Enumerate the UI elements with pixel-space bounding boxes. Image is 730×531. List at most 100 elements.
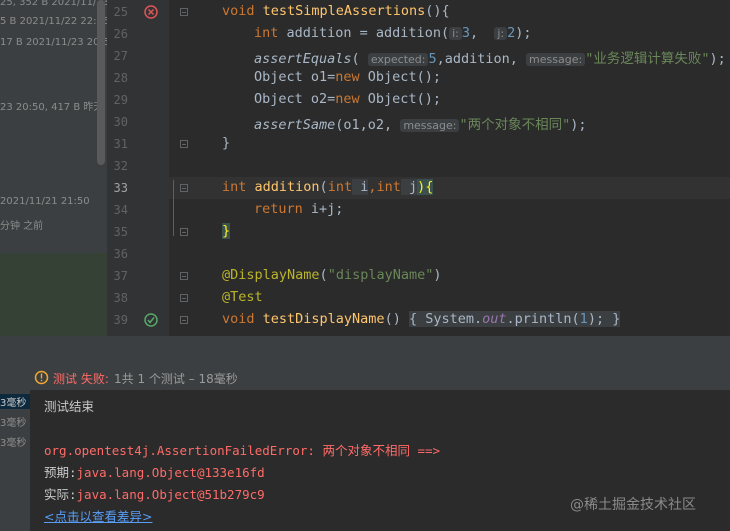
test-passed-icon[interactable] — [143, 312, 159, 328]
error-message: 两个对象不相同 ==> — [314, 443, 441, 458]
code-line-38[interactable]: @Test — [222, 289, 263, 305]
fold-marker-icon[interactable] — [180, 316, 188, 324]
code-text: ( — [351, 51, 360, 67]
code-text: () — [384, 311, 409, 327]
number-literal: 5 — [428, 51, 437, 67]
param-hint: j: — [494, 27, 508, 40]
line-number: 30 — [113, 115, 128, 129]
fold-marker-icon[interactable] — [180, 294, 188, 302]
code-text: System. — [417, 311, 483, 327]
test-failed-label: 测试 失败: — [53, 372, 109, 386]
code-line-35[interactable]: } — [222, 223, 231, 239]
line-number: 37 — [113, 269, 128, 283]
history-item-1[interactable]: 25, 352 B 2021/11/23 19:16 — [0, 0, 107, 8]
expected-label: 预期: — [44, 465, 77, 480]
line-number: 26 — [113, 27, 128, 41]
code-line-27[interactable]: assertEquals( expected: 5,addition, messa… — [254, 47, 726, 67]
history-item-3[interactable]: 17 B 2021/11/23 20:5 — [0, 37, 107, 48]
code-text: , — [469, 25, 495, 41]
keyword: int — [254, 25, 279, 41]
code-text: Object(); — [359, 91, 441, 107]
code-text: ); — [570, 117, 587, 133]
line-number: 36 — [113, 247, 128, 261]
fold-marker-icon[interactable] — [180, 228, 188, 236]
line-number: 29 — [113, 93, 128, 107]
code-text: addition = addition( — [278, 25, 450, 41]
line-number: 39 — [113, 313, 128, 327]
test-tree-panel: 3毫秒 3毫秒 3毫秒 — [0, 390, 30, 531]
number-literal: 3 — [461, 25, 470, 41]
line-number: 27 — [113, 49, 128, 63]
code-text: .println( — [506, 311, 580, 327]
param: i — [352, 179, 369, 195]
code-line-39[interactable]: void testDisplayName() { System.out.prin… — [222, 311, 621, 327]
actual-label: 实际: — [44, 487, 77, 502]
code-line-30[interactable]: assertSame(o1,o2, message: "两个对象不相同"); — [254, 113, 587, 133]
code-text: { — [408, 311, 418, 327]
fold-marker-icon[interactable] — [180, 8, 188, 16]
code-text: } — [222, 223, 231, 239]
test-tree-item[interactable]: 3毫秒 — [0, 394, 30, 409]
code-text: ){ — [417, 179, 434, 195]
fold-marker-icon[interactable] — [180, 140, 188, 148]
static-method: assertSame — [254, 117, 336, 133]
keyword: int — [327, 179, 353, 195]
code-line-34[interactable]: return i+j; — [254, 201, 343, 217]
code-line-28[interactable]: Object o1=new Object(); — [254, 69, 441, 85]
test-count: 1共 1 个测试 – 18毫秒 — [114, 372, 238, 386]
string-literal: "displayName" — [327, 267, 434, 283]
brace-match-guide — [173, 180, 174, 236]
test-status-bar: 测试 失败: 1共 1 个测试 – 18毫秒 — [0, 366, 730, 391]
test-failed-icon[interactable] — [143, 4, 159, 20]
test-tree-item[interactable]: 3毫秒 — [0, 414, 26, 429]
history-item-2[interactable]: 5 B 2021/11/22 22:26 — [0, 16, 107, 27]
static-field: out — [482, 311, 507, 327]
code-text: Object(); — [359, 69, 441, 85]
line-number-current: 33 — [113, 181, 128, 195]
param-hint: i: — [449, 27, 462, 40]
line-number: 35 — [113, 225, 128, 239]
code-text: ); — [515, 25, 532, 41]
line-number: 32 — [113, 159, 128, 173]
watermark: @稀土掘金技术社区 — [570, 497, 696, 513]
history-item-5[interactable]: 2021/11/21 21:50 — [0, 196, 90, 207]
static-method: assertEquals — [254, 51, 352, 67]
line-number: 38 — [113, 291, 128, 305]
code-line-33[interactable]: int addition(int i,int j){ — [222, 179, 434, 195]
code-line-26[interactable]: int addition = addition(i: 3, j: 2); — [254, 25, 532, 41]
console-error-line: org.opentest4j.AssertionFailedError: 两个对… — [44, 440, 440, 459]
history-item-6[interactable]: 分钟 之前 — [0, 217, 43, 232]
code-text: (o1,o2, — [335, 117, 401, 133]
number-literal: 1 — [579, 311, 588, 327]
code-line-25[interactable]: void testSimpleAssertions(){ — [222, 3, 450, 19]
code-line-31[interactable]: } — [222, 135, 230, 151]
test-tree-item[interactable]: 3毫秒 — [0, 434, 26, 449]
keyword: int — [376, 179, 401, 195]
code-text: Object o2= — [254, 91, 336, 107]
string-literal: "两个对象不相同" — [459, 117, 571, 133]
code-text: ); — [587, 311, 613, 327]
history-highlight — [0, 253, 107, 336]
fold-marker-icon[interactable] — [180, 184, 188, 192]
history-item-4[interactable]: 23 20:50, 417 B 昨天 — [0, 98, 103, 113]
vertical-scrollbar[interactable] — [97, 0, 105, 165]
code-text: } — [222, 135, 231, 151]
code-text: ,addition, — [436, 51, 527, 67]
method-name: addition — [246, 179, 320, 195]
param-hint: message: — [400, 119, 460, 132]
code-line-29[interactable]: Object o2=new Object(); — [254, 91, 441, 107]
fold-marker-icon[interactable] — [180, 272, 188, 280]
console-line-end: 测试结束 — [44, 399, 95, 414]
line-number: 34 — [113, 203, 128, 217]
view-diff-link[interactable]: <点击以查看差异> — [44, 506, 152, 525]
code-line-37[interactable]: @DisplayName("displayName") — [222, 267, 442, 283]
console-expected-line: 预期:java.lang.Object@133e16fd — [44, 462, 265, 481]
code-text: ( — [319, 179, 328, 195]
annotation: @Test — [222, 289, 263, 305]
line-number: 25 — [113, 5, 128, 19]
expected-value: java.lang.Object@133e16fd — [76, 465, 265, 480]
keyword: void — [222, 3, 255, 19]
keyword: new — [335, 69, 360, 85]
code-text: i+j; — [302, 201, 344, 217]
keyword: int — [222, 179, 247, 195]
